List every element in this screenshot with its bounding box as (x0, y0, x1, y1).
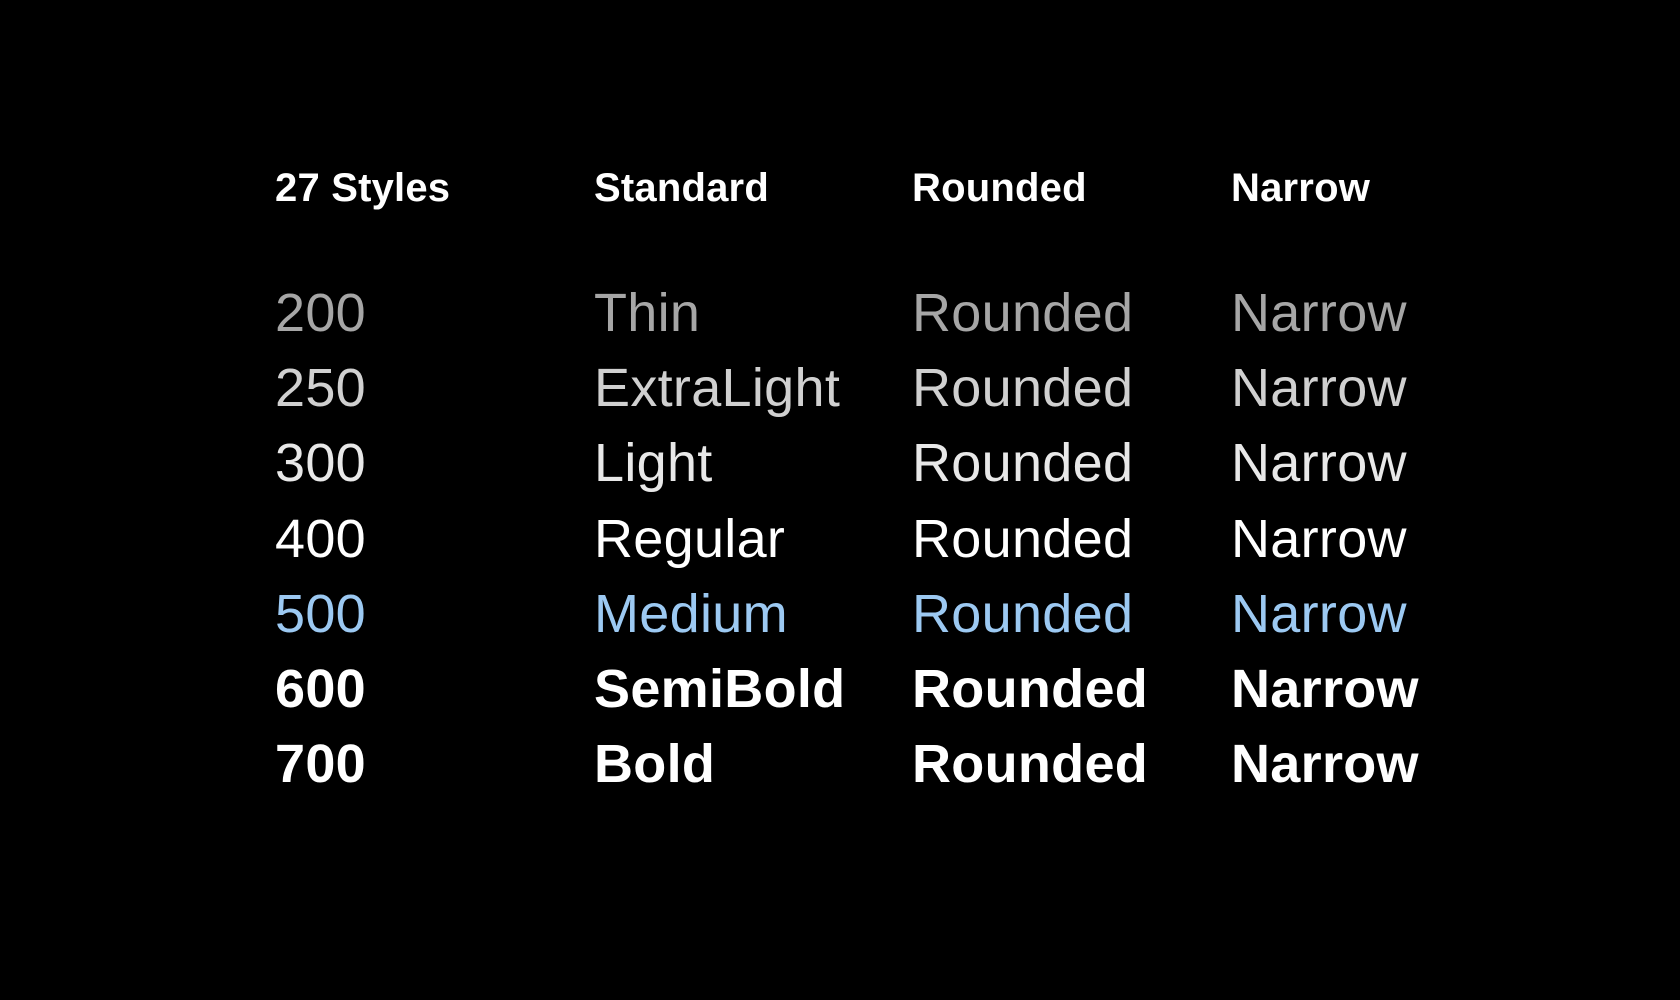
weight-row-200: 200 Thin Rounded Narrow (0, 286, 1680, 356)
weight-row-250: 250 ExtraLight Rounded Narrow (0, 361, 1680, 431)
weight-value: 600 (275, 659, 366, 719)
narrow-style-name: Narrow (1231, 509, 1407, 569)
standard-style-name: SemiBold (594, 659, 846, 719)
narrow-style-name: Narrow (1231, 734, 1419, 794)
rounded-style-name: Rounded (912, 584, 1134, 644)
rounded-style-name: Rounded (912, 734, 1149, 794)
rounded-style-name: Rounded (912, 283, 1134, 343)
rounded-style-name: Rounded (912, 659, 1149, 719)
weight-row-300: 300 Light Rounded Narrow (0, 436, 1680, 506)
weight-value: 500 (275, 584, 366, 644)
weight-value: 400 (275, 509, 366, 569)
weight-row-500-highlighted: 500 Medium Rounded Narrow (0, 587, 1680, 657)
standard-style-name: Thin (594, 283, 701, 343)
weight-row-700: 700 Bold Rounded Narrow (0, 737, 1680, 807)
standard-style-name: Regular (594, 509, 786, 569)
standard-style-name: ExtraLight (594, 358, 841, 418)
narrow-style-name: Narrow (1231, 659, 1419, 719)
weight-value: 300 (275, 433, 366, 493)
column-header-row: 27 Styles Standard Rounded Narrow (0, 168, 1680, 238)
weight-row-600: 600 SemiBold Rounded Narrow (0, 662, 1680, 732)
narrow-style-name: Narrow (1231, 358, 1407, 418)
rounded-style-name: Rounded (912, 509, 1134, 569)
weight-value: 700 (275, 734, 366, 794)
rounded-column-heading: Rounded (912, 166, 1087, 210)
font-style-specimen: 27 Styles Standard Rounded Narrow 200 Th… (0, 0, 1680, 1000)
standard-column-heading: Standard (594, 166, 769, 210)
standard-style-name: Light (594, 433, 713, 493)
standard-style-name: Bold (594, 734, 716, 794)
narrow-style-name: Narrow (1231, 433, 1407, 493)
style-count-heading: 27 Styles (275, 166, 451, 210)
narrow-style-name: Narrow (1231, 283, 1407, 343)
rounded-style-name: Rounded (912, 433, 1134, 493)
narrow-column-heading: Narrow (1231, 166, 1371, 210)
rounded-style-name: Rounded (912, 358, 1134, 418)
weight-value: 200 (275, 283, 366, 343)
weight-value: 250 (275, 358, 366, 418)
standard-style-name: Medium (594, 584, 788, 644)
weight-row-400: 400 Regular Rounded Narrow (0, 512, 1680, 582)
narrow-style-name: Narrow (1231, 584, 1407, 644)
